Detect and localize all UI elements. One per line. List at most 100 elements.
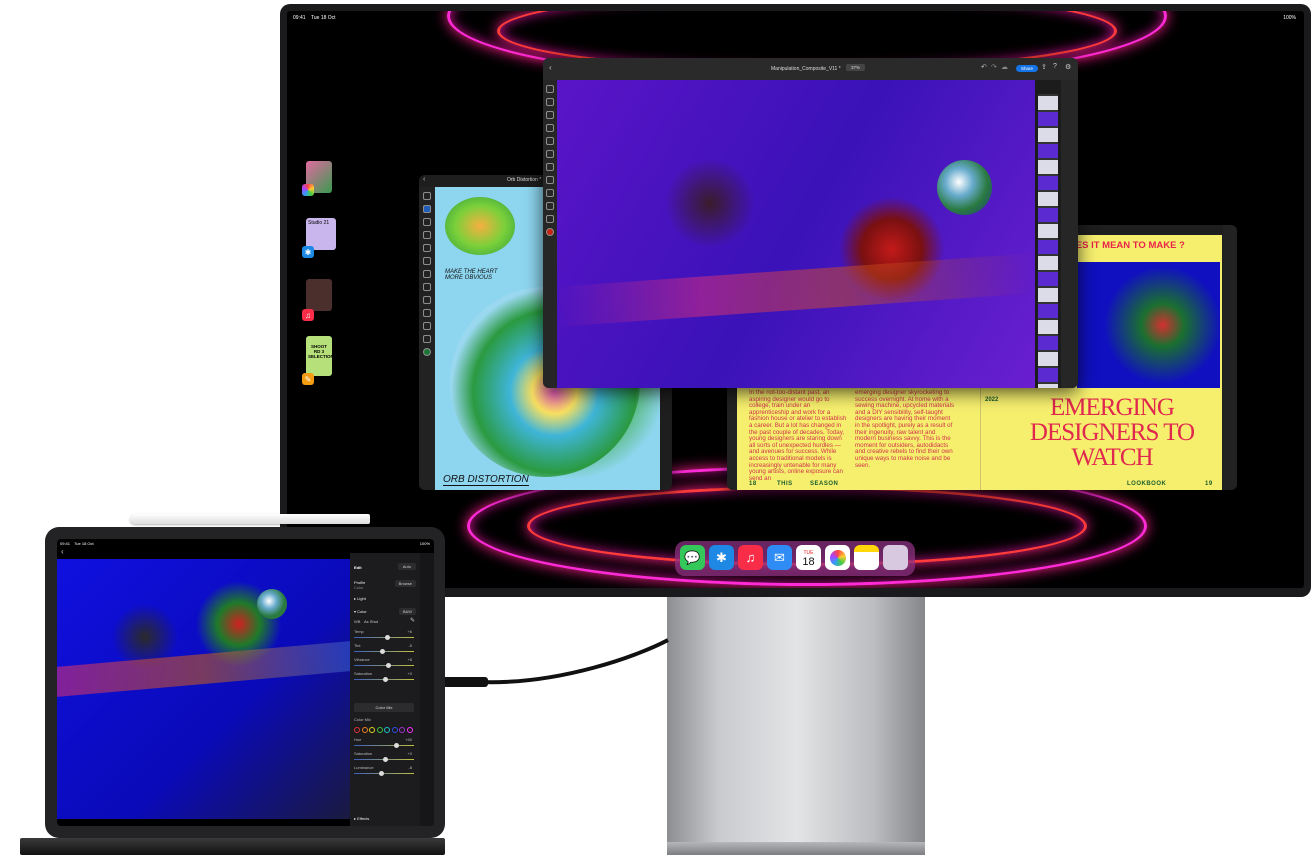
undo-icon[interactable]: ↶ [981,63,987,71]
notes-icon[interactable] [854,545,879,570]
photoshop-toolbar [543,80,557,388]
clone-tool-icon[interactable] [546,163,554,171]
wb-label: WB [354,619,361,624]
move-icon[interactable] [423,257,431,265]
color-swatch[interactable] [376,727,383,733]
slider-saturation[interactable] [354,757,414,762]
slider-luminance[interactable] [354,771,414,776]
back-icon[interactable]: ‹ [61,547,64,556]
settings-icon[interactable]: ⚙ [1065,63,1071,71]
eyedropper-icon[interactable]: ✎ [410,617,415,624]
color-mix-swatches [354,727,413,733]
ipad-screen: 09:41 Tue 18 Oct 100% ‹ Edit Auto Profil… [57,539,434,826]
color-swatch[interactable] [423,348,431,356]
slider-knob[interactable] [380,649,386,654]
slider-knob[interactable] [393,743,399,748]
slider-label: Tint [354,643,361,648]
slider-hue[interactable] [354,743,414,748]
shapes-icon[interactable] [423,296,431,304]
slider-temp[interactable] [354,635,414,640]
mail-icon[interactable]: ✉ [767,545,792,570]
export-icon[interactable]: ⇪ [1041,63,1047,71]
sketch-note: MAKE THE HEART MORE OBVIOUS [445,269,498,281]
usb-c-cable [442,638,669,687]
color-swatch[interactable] [384,727,390,733]
eraser-icon[interactable] [423,231,431,239]
eraser-tool-icon[interactable] [546,137,554,145]
redo-icon[interactable]: ↷ [991,63,997,71]
live-brush-icon[interactable] [423,218,431,226]
back-icon[interactable]: ‹ [423,176,425,183]
photoshop-canvas[interactable] [557,80,1035,388]
color-swatch[interactable] [391,727,398,733]
browse-button[interactable]: Browse [394,580,416,587]
type-tool-icon[interactable] [546,189,554,197]
move-tool-icon[interactable] [546,85,554,93]
slider-value: +40 [405,737,412,742]
help-icon[interactable]: ? [1053,63,1057,70]
safari-icon[interactable]: ✱ [709,545,734,570]
app-library-icon[interactable] [883,545,908,570]
calendar-icon[interactable]: TUE 18 [796,545,821,570]
eyedropper-icon[interactable] [423,322,431,330]
brush-tool-icon[interactable] [546,124,554,132]
display-screen: 09:41 Tue 18 Oct 100% Studio 21 ✱ ♫ SHOO… [287,11,1304,588]
image-tool-icon[interactable] [546,202,554,210]
color-swatch[interactable] [406,727,413,733]
slider-knob[interactable] [385,663,391,668]
document-title[interactable]: Manipulation_Composite_V11 * [771,66,841,72]
slider-knob[interactable] [384,635,390,640]
share-button[interactable]: Share [1016,65,1039,72]
lightroom-photo[interactable] [57,559,350,819]
lasso-tool-icon[interactable] [546,111,554,119]
slider-saturation[interactable] [354,677,414,682]
photoshop-window[interactable]: ‹ Manipulation_Composite_V11 * 37% ↶ ↷ ☁… [543,58,1078,388]
select-tool-icon[interactable] [546,98,554,106]
page-number-left: 18 [749,481,757,487]
slider-label: Luminance [354,765,374,770]
eyedropper-tool-icon[interactable] [546,215,554,223]
text-icon[interactable] [423,309,431,317]
color-mix-button[interactable]: Color Mix [354,703,414,712]
indesign-panel [1223,225,1237,490]
smudge-icon[interactable] [423,244,431,252]
brush-tool-icon[interactable] [423,192,431,200]
slider-label: Temp [354,629,364,634]
fill-tool-icon[interactable] [546,150,554,158]
color-swatch[interactable] [399,727,405,733]
color-swatch[interactable] [546,228,554,236]
page-number-right: 19 [1205,481,1213,487]
layers-panel[interactable] [1035,80,1061,388]
slider-value: +8 [407,657,412,662]
crop-tool-icon[interactable] [546,176,554,184]
safari-icon: ✱ [302,246,314,258]
color-swatch[interactable] [354,727,360,733]
auto-button[interactable]: Auto [397,563,416,570]
color-swatch[interactable] [361,727,368,733]
messages-icon[interactable]: 💬 [680,545,705,570]
slider-knob[interactable] [378,771,384,776]
wb-dropdown[interactable]: As Shot [364,619,378,624]
footer-text: SEASON [810,481,839,487]
pixel-brush-icon[interactable] [423,205,431,213]
fill-icon[interactable] [423,283,431,291]
cloud-icon[interactable]: ☁ [1001,63,1008,71]
lasso-icon[interactable] [423,270,431,278]
slider-vibrance[interactable] [354,663,414,668]
zoom-level[interactable]: 37% [846,64,866,71]
slider-knob[interactable] [382,757,388,762]
photos-icon[interactable] [825,545,850,570]
color-section[interactable]: ▾ Color [354,609,367,614]
slider-knob[interactable] [382,677,388,682]
footer-text: LOOKBOOK [1127,481,1167,487]
slider-tint[interactable] [354,649,414,654]
back-icon[interactable]: ‹ [549,63,552,72]
effects-section[interactable]: ▸ Effects [354,816,369,821]
light-section[interactable]: ▸ Light [354,596,366,601]
bw-button[interactable]: B&W [398,608,416,615]
image-icon[interactable] [423,335,431,343]
music-icon[interactable]: ♫ [738,545,763,570]
color-swatch[interactable] [369,727,375,733]
document-title[interactable]: Orb Distortion * [507,177,541,183]
footer-text: THIS [777,481,793,487]
